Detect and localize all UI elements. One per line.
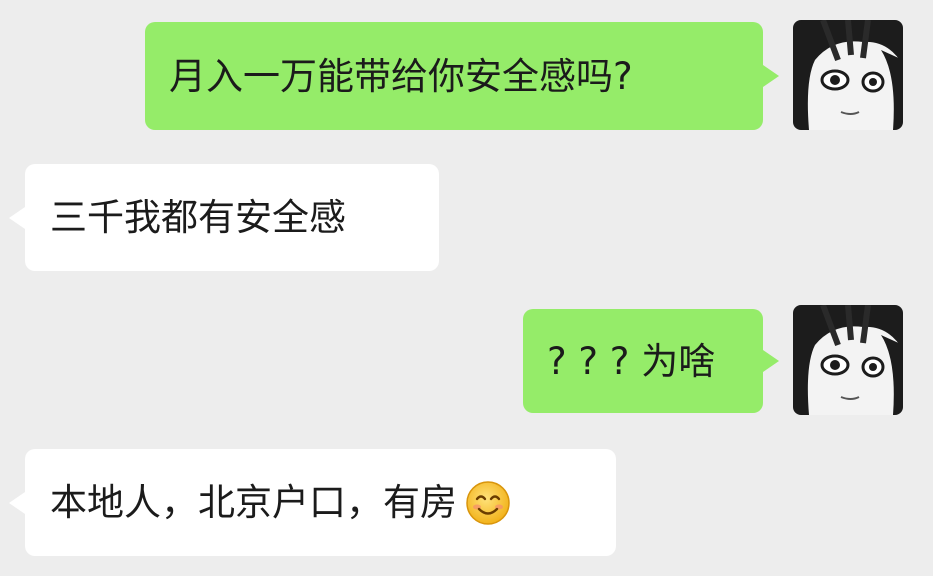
anime-girl-avatar-icon <box>793 305 903 415</box>
message-text: ? ? ? 为啥 <box>547 339 716 383</box>
bubble-tail <box>763 65 779 87</box>
message-bubble-incoming[interactable]: 三千我都有安全感 <box>9 164 439 271</box>
message-text: 本地人，北京户口，有房 <box>50 481 457 524</box>
anime-girl-avatar-icon <box>793 20 903 130</box>
message-bubble-outgoing[interactable]: ? ? ? 为啥 <box>523 309 779 413</box>
smiling-face-emoji-icon <box>465 480 511 526</box>
message-text: 月入一万能带给你安全感吗? <box>169 54 633 98</box>
user-avatar[interactable] <box>793 305 903 415</box>
bubble-tail <box>9 491 25 514</box>
message-bubble-incoming[interactable]: 本地人，北京户口，有房 <box>9 449 616 556</box>
chat-conversation: 月入一万能带给你安全感吗? 三千我都有安全感 ? ? ? 为啥 本地人，北京户口… <box>0 0 933 576</box>
bubble-tail <box>763 350 779 372</box>
message-bubble-outgoing[interactable]: 月入一万能带给你安全感吗? <box>145 22 779 130</box>
message-text: 三千我都有安全感 <box>50 196 346 239</box>
user-avatar[interactable] <box>793 20 903 130</box>
bubble-tail <box>9 206 25 229</box>
